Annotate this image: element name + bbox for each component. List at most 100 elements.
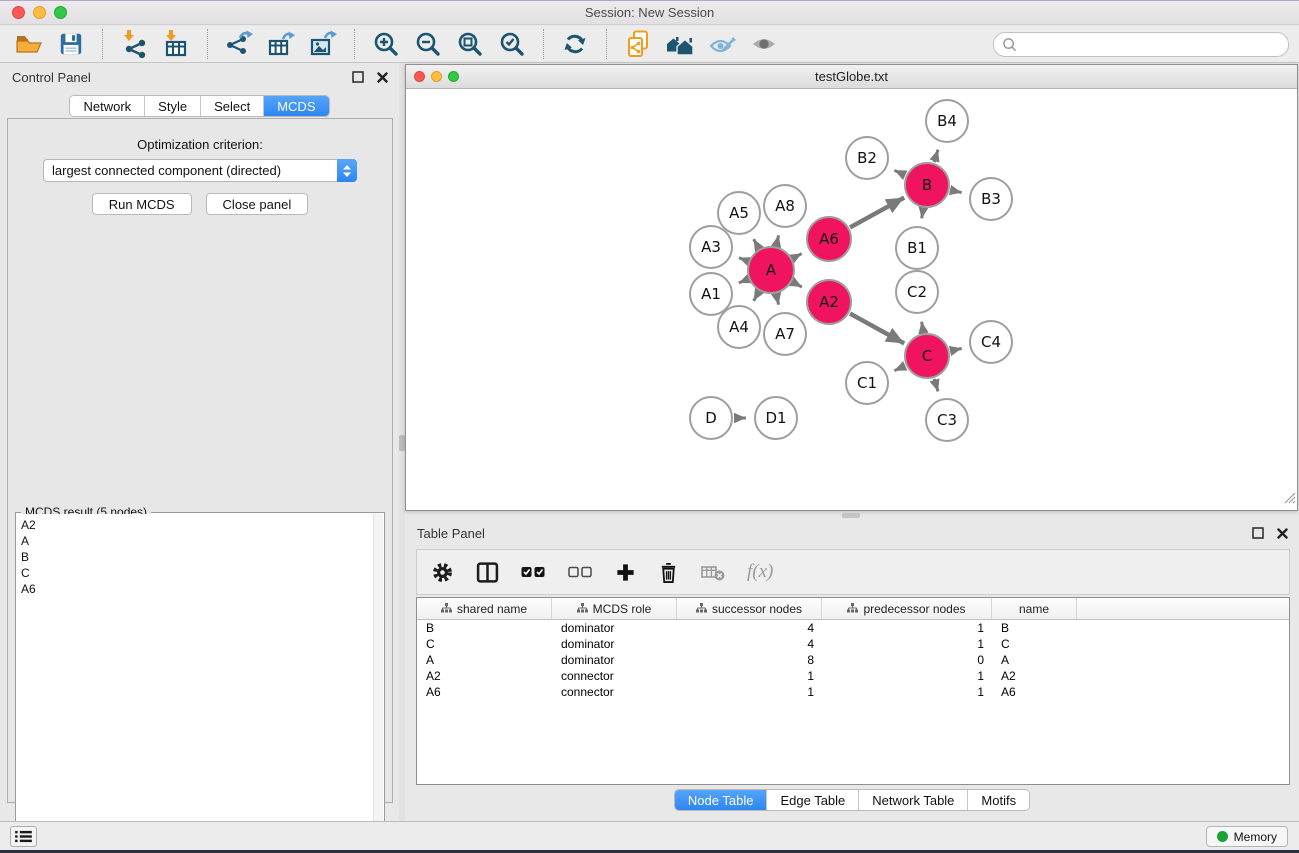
search-input[interactable] xyxy=(1022,38,1280,52)
graph-edge-C-C3[interactable] xyxy=(934,379,938,391)
close-panel-icon[interactable] xyxy=(375,70,389,84)
zoom-window-button[interactable] xyxy=(54,6,67,19)
export-table-icon[interactable] xyxy=(266,29,296,59)
home-icon[interactable] xyxy=(665,29,695,59)
table-cell[interactable]: A xyxy=(992,653,1077,667)
float-table-panel-icon[interactable] xyxy=(1251,526,1265,540)
table-cell[interactable]: connector xyxy=(552,669,677,683)
table-cell[interactable]: connector xyxy=(552,685,677,699)
zoom-out-icon[interactable] xyxy=(413,29,443,59)
table-cell[interactable]: 1 xyxy=(822,621,992,635)
table-row[interactable]: A2connector11A2 xyxy=(417,668,1289,684)
zoom-selected-icon[interactable] xyxy=(497,29,527,59)
add-column-icon[interactable] xyxy=(615,562,636,583)
mcds-result-item[interactable]: B xyxy=(21,549,373,565)
table-cell[interactable]: 1 xyxy=(677,669,822,683)
table-cell[interactable]: C xyxy=(417,637,552,651)
window-resize-grip[interactable] xyxy=(1283,491,1296,509)
graph-edge-B-B4[interactable] xyxy=(934,150,938,162)
mcds-result-item[interactable]: A xyxy=(21,533,373,549)
table-row[interactable]: Bdominator41B xyxy=(417,620,1289,636)
graph-edge-A-A7[interactable] xyxy=(776,294,778,304)
tab-network-table[interactable]: Network Table xyxy=(859,790,968,810)
duplicate-network-icon[interactable] xyxy=(623,29,653,59)
close-window-button[interactable] xyxy=(12,6,25,19)
zoom-fit-icon[interactable] xyxy=(455,29,485,59)
graph-edge-A-A8[interactable] xyxy=(776,235,778,245)
table-cell[interactable]: 4 xyxy=(677,621,822,635)
zoom-in-icon[interactable] xyxy=(371,29,401,59)
minimize-window-button[interactable] xyxy=(33,6,46,19)
table-row[interactable]: A6connector11A6 xyxy=(417,684,1289,700)
result-list-scrollbar[interactable] xyxy=(373,514,383,853)
column-header-name[interactable]: name xyxy=(992,598,1077,619)
run-mcds-button[interactable]: Run MCDS xyxy=(92,193,192,215)
table-cell[interactable]: 1 xyxy=(822,685,992,699)
table-cell[interactable]: 1 xyxy=(822,669,992,683)
tab-select[interactable]: Select xyxy=(201,96,264,116)
export-network-icon[interactable] xyxy=(224,29,254,59)
select-all-checkboxes-icon[interactable] xyxy=(521,565,546,579)
mcds-result-item[interactable]: A2 xyxy=(21,517,373,533)
graph-edge-A-A6[interactable] xyxy=(793,254,802,259)
export-image-icon[interactable] xyxy=(308,29,338,59)
graph-edge-B-B3[interactable] xyxy=(950,190,961,192)
table-cell[interactable]: A2 xyxy=(417,669,552,683)
memory-button[interactable]: Memory xyxy=(1206,826,1288,847)
column-header-shared-name[interactable]: shared name xyxy=(417,598,552,619)
column-header-predecessor-nodes[interactable]: predecessor nodes xyxy=(822,598,992,619)
graph-edge-A-A4[interactable] xyxy=(754,292,759,301)
tab-mcds[interactable]: MCDS xyxy=(264,96,328,116)
tab-network[interactable]: Network xyxy=(70,96,145,116)
table-row[interactable]: Cdominator41C xyxy=(417,636,1289,652)
apply-function-icon[interactable]: f(x) xyxy=(747,561,773,583)
table-cell[interactable]: A xyxy=(417,653,552,667)
graph-edge-A-A3[interactable] xyxy=(739,258,748,261)
refresh-view-icon[interactable] xyxy=(560,29,590,59)
mcds-result-item[interactable]: C xyxy=(21,565,373,581)
float-panel-icon[interactable] xyxy=(351,70,365,84)
tab-motifs[interactable]: Motifs xyxy=(968,790,1029,810)
graph-edge-B-B2[interactable] xyxy=(894,170,905,175)
delete-table-icon[interactable] xyxy=(701,562,725,582)
mcds-result-item[interactable]: A6 xyxy=(21,581,373,597)
table-cell[interactable]: C xyxy=(992,637,1077,651)
network-minimize-button[interactable] xyxy=(431,71,442,82)
table-cell[interactable]: dominator xyxy=(552,653,677,667)
graph-edge-C-C2[interactable] xyxy=(922,322,924,333)
import-table-icon[interactable] xyxy=(161,29,191,59)
table-cell[interactable]: A6 xyxy=(992,685,1077,699)
open-session-icon[interactable] xyxy=(14,29,44,59)
table-cell[interactable]: 4 xyxy=(677,637,822,651)
criterion-select[interactable]: largest connected component (directed) xyxy=(43,159,357,182)
graph-edge-C-C1[interactable] xyxy=(894,366,905,371)
toggle-annotations-icon[interactable] xyxy=(707,29,737,59)
table-cell[interactable]: B xyxy=(992,621,1077,635)
table-cell[interactable]: A2 xyxy=(992,669,1077,683)
import-network-icon[interactable] xyxy=(119,29,149,59)
table-cell[interactable]: 0 xyxy=(822,653,992,667)
graph-edge-A2-C[interactable] xyxy=(850,314,904,344)
table-cell[interactable]: dominator xyxy=(552,637,677,651)
split-table-icon[interactable] xyxy=(476,561,499,584)
tab-style[interactable]: Style xyxy=(145,96,201,116)
table-cell[interactable]: A6 xyxy=(417,685,552,699)
clear-selection-checkboxes-icon[interactable] xyxy=(568,565,593,579)
network-canvas[interactable]: AA1A2A3A4A5A6A7A8BB1B2B3B4CC1C2C3C4DD1 xyxy=(406,89,1297,510)
tab-edge-table[interactable]: Edge Table xyxy=(767,790,859,810)
horizontal-splitter[interactable] xyxy=(405,511,1299,519)
delete-columns-trash-icon[interactable] xyxy=(658,561,679,584)
network-zoom-button[interactable] xyxy=(448,71,459,82)
save-session-icon[interactable] xyxy=(56,29,86,59)
close-panel-button[interactable]: Close panel xyxy=(206,193,309,215)
table-cell[interactable]: 1 xyxy=(822,637,992,651)
table-settings-gear-icon[interactable] xyxy=(431,561,454,584)
graph-edge-A-A1[interactable] xyxy=(739,279,748,283)
graph-edge-A6-B[interactable] xyxy=(850,198,904,228)
toggle-graphics-details-icon[interactable] xyxy=(749,29,779,59)
table-cell[interactable]: dominator xyxy=(552,621,677,635)
table-cell[interactable]: 8 xyxy=(677,653,822,667)
table-cell[interactable]: B xyxy=(417,621,552,635)
column-header-successor-nodes[interactable]: successor nodes xyxy=(677,598,822,619)
network-close-button[interactable] xyxy=(414,71,425,82)
